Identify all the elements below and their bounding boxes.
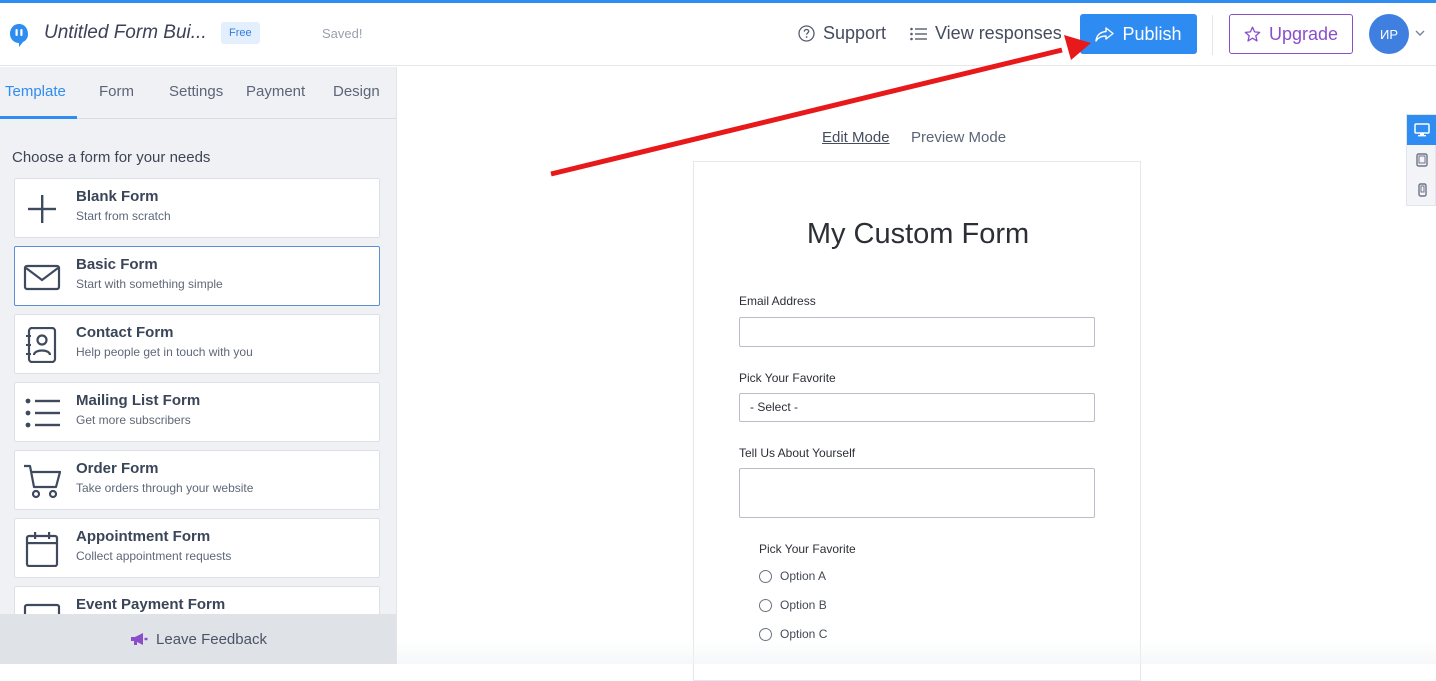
template-title: Mailing List Form [76,392,201,409]
contact-book-icon [26,327,57,363]
form-title-field[interactable]: Untitled Form Bui... [44,22,207,44]
calendar-icon [25,532,59,567]
device-preview-bar [1406,114,1436,206]
tablet-icon [1416,153,1428,167]
radio-label: Option A [780,569,827,583]
template-heading: Choose a form for your needs [12,149,211,166]
cart-icon [24,464,61,499]
template-card-contact[interactable]: Contact Form Help people get in touch wi… [14,314,380,374]
template-title: Event Payment Form [76,596,226,613]
sidebar-tabs: Template Form Settings Payment Design [0,67,396,119]
radio-circle[interactable] [759,598,772,612]
tab-design[interactable]: Design [333,83,380,100]
template-card-mailing-list[interactable]: Mailing List Form Get more subscribers [14,382,380,442]
support-link[interactable]: Support [798,23,886,44]
canvas-bottom-fade [397,640,1436,664]
radio-group-label: Pick Your Favorite [759,542,856,556]
feedback-label: Leave Feedback [156,630,267,648]
about-label: Tell Us About Yourself [739,446,856,460]
template-card-order[interactable]: Order Form Take orders through your webs… [14,450,380,510]
radio-option-a[interactable]: Option A [759,569,826,583]
template-subtitle: Collect appointment requests [76,549,232,563]
template-title: Order Form [76,460,159,477]
template-title: Blank Form [76,188,159,205]
template-card-basic[interactable]: Basic Form Start with something simple [14,246,380,306]
megaphone-icon [131,633,148,645]
form-heading[interactable]: My Custom Form [694,218,1142,251]
radio-option-b[interactable]: Option B [759,598,827,612]
upgrade-label: Upgrade [1268,23,1339,44]
radio-label: Option C [780,627,828,641]
list-icon [25,398,60,428]
envelope-icon [23,264,61,291]
user-avatar[interactable]: ИР [1369,14,1409,54]
upgrade-button[interactable]: Upgrade [1229,14,1353,54]
radio-circle[interactable] [759,569,772,583]
template-subtitle: Help people get in touch with you [76,345,253,359]
radio-label: Option B [780,598,827,612]
desktop-icon [1414,123,1430,137]
radio-option-c[interactable]: Option C [759,627,827,641]
template-subtitle: Start from scratch [76,209,171,223]
email-label: Email Address [739,294,816,308]
active-tab-indicator [0,116,77,119]
left-sidebar: Template Form Settings Payment Design Ch… [0,67,397,664]
about-textarea[interactable] [739,468,1095,518]
phone-view-button[interactable] [1407,175,1436,205]
tab-template[interactable]: Template [5,83,66,100]
desktop-view-button[interactable] [1407,115,1436,145]
chevron-down-icon[interactable] [1414,27,1426,39]
phone-icon [1417,183,1427,197]
support-label: Support [823,23,887,43]
view-responses-link[interactable]: View responses [910,23,1062,44]
form-preview-card: My Custom Form Email Address Pick Your F… [693,161,1141,681]
plan-badge: Free [221,22,260,44]
app-logo-icon[interactable] [8,21,30,47]
template-title: Appointment Form [76,528,211,545]
top-header: Untitled Form Bui... Free Saved! Support… [0,3,1436,66]
tablet-view-button[interactable] [1407,145,1436,175]
email-field[interactable] [739,317,1095,347]
list-icon [910,27,927,40]
share-arrow-icon [1095,26,1115,42]
tab-form[interactable]: Form [99,83,134,100]
template-card-appointment[interactable]: Appointment Form Collect appointment req… [14,518,380,578]
edit-mode-toggle[interactable]: Edit Mode [822,129,890,146]
help-circle-icon [798,25,815,42]
publish-button[interactable]: Publish [1080,14,1197,54]
tab-payment[interactable]: Payment [246,83,305,100]
view-responses-label: View responses [935,23,1062,43]
template-subtitle: Get more subscribers [76,413,191,427]
template-subtitle: Take orders through your website [76,481,254,495]
tab-settings[interactable]: Settings [169,83,223,100]
header-divider [1212,15,1213,55]
publish-label: Publish [1122,23,1182,44]
pick-favorite-label: Pick Your Favorite [739,371,836,385]
radio-circle[interactable] [759,627,772,641]
preview-mode-toggle[interactable]: Preview Mode [911,129,1006,146]
save-status: Saved! [322,26,363,41]
template-title: Contact Form [76,324,174,341]
star-icon [1244,26,1261,42]
template-title: Basic Form [76,256,158,273]
plus-icon [28,195,56,223]
favorite-select[interactable]: - Select - [739,393,1095,422]
template-subtitle: Start with something simple [76,277,223,291]
template-card-blank[interactable]: Blank Form Start from scratch [14,178,380,238]
leave-feedback-button[interactable]: Leave Feedback [0,614,396,664]
